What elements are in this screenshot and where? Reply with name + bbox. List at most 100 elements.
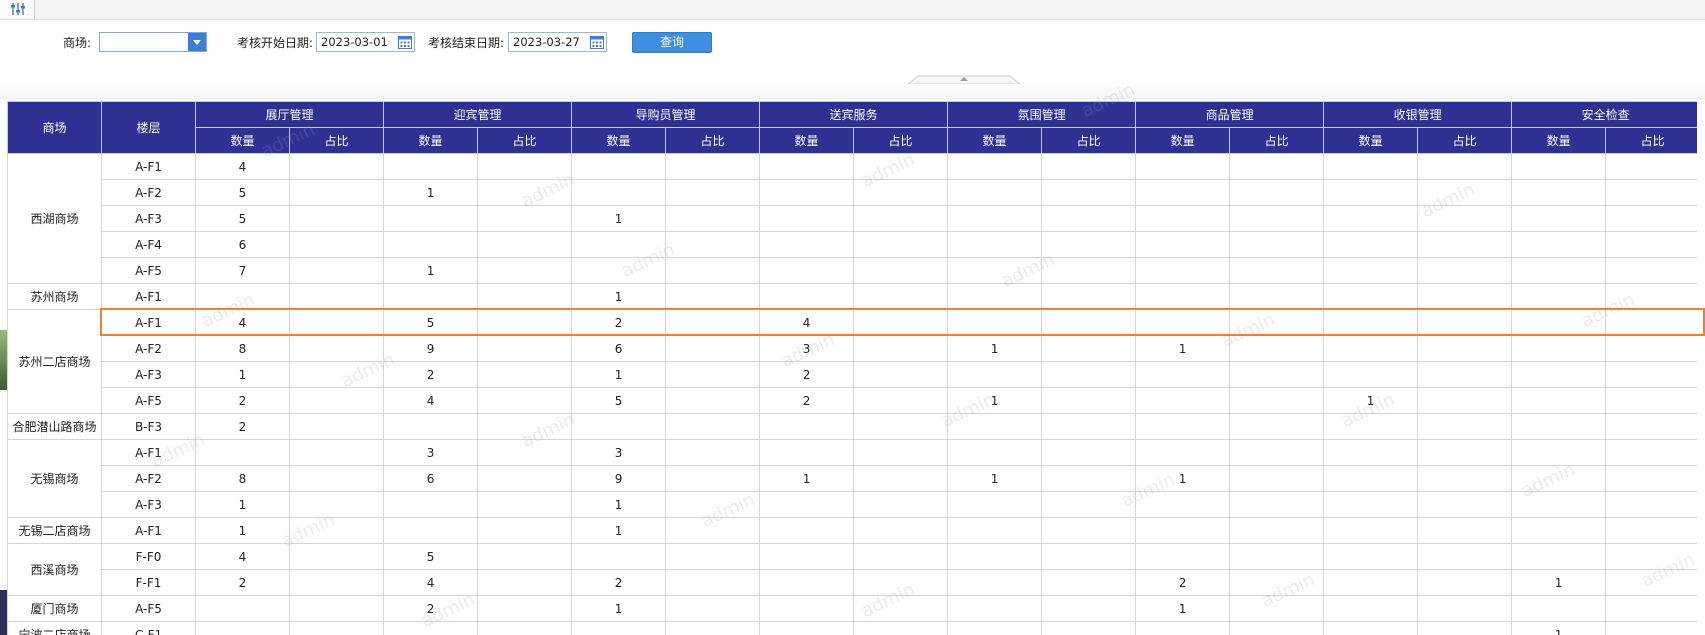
quantity-cell: [1323, 283, 1419, 310]
ratio-cell: [1041, 595, 1137, 622]
floor-cell: C-F1: [101, 621, 196, 635]
quantity-cell: [1511, 179, 1607, 206]
ratio-cell: [853, 465, 949, 492]
mall-cell: 西湖商场: [7, 153, 102, 284]
ratio-cell: [665, 257, 761, 284]
ratio-cell: [1041, 205, 1137, 232]
table-row[interactable]: 合肥潜山路商场 B-F3 2: [7, 413, 1697, 440]
column-header-quantity: 数量: [383, 127, 479, 154]
quantity-cell: 1: [571, 517, 667, 544]
quantity-cell: [947, 491, 1043, 518]
quantity-cell: [383, 205, 479, 232]
ratio-cell: [1605, 465, 1697, 492]
table-row[interactable]: 宁波二店商场 C-F1 1: [7, 621, 1697, 635]
table-row[interactable]: 苏州二店商场 A-F1 4 5 2 4: [7, 309, 1697, 414]
quantity-cell: 2: [571, 309, 667, 336]
floor-cell: A-F4: [101, 231, 196, 258]
report-table: 商场 楼层 展厅管理 迎宾管理 导购员管理 送宾服务 氛围管理 商品管理 收银管理 安全检查 数量占…: [7, 101, 1697, 635]
column-header-quantity: 数量: [759, 127, 855, 154]
ratio-cell: [853, 205, 949, 232]
end-date-value: 2023-03-27: [513, 35, 580, 49]
table-row[interactable]: 苏州商场 A-F1 1: [7, 283, 1697, 310]
table-row[interactable]: F-F1 2 4 2 2 1: [8, 569, 1697, 596]
table-row[interactable]: A-F5 7 1: [8, 257, 1697, 284]
ratio-cell: [665, 413, 761, 440]
ratio-cell: [1605, 517, 1697, 544]
column-group-header: 迎宾管理: [383, 101, 573, 128]
table-row[interactable]: 厦门商场 A-F5 2 1 1: [7, 595, 1697, 622]
quantity-cell: 1: [195, 517, 290, 544]
table-row[interactable]: 西溪商场 F-F0 4 5: [7, 543, 1697, 596]
table-row[interactable]: 无锡二店商场 A-F1 1 1: [7, 517, 1697, 544]
table-row[interactable]: A-F2 8 9 6 3 1 1: [8, 335, 1697, 362]
quantity-cell: [947, 231, 1043, 258]
column-header-quantity: 数量: [947, 127, 1043, 154]
table-row[interactable]: A-F3 1 2 1 2: [8, 361, 1697, 388]
column-header-quantity: 数量: [195, 127, 290, 154]
floor-cell: A-F5: [101, 257, 196, 284]
column-header-quantity: 数量: [571, 127, 667, 154]
top-strip: [0, 0, 1705, 20]
query-button[interactable]: 查询: [632, 32, 712, 53]
quantity-cell: 9: [383, 335, 479, 362]
quantity-cell: [759, 283, 855, 310]
ratio-cell: [1417, 231, 1513, 258]
table-row[interactable]: A-F3 5 1: [8, 205, 1697, 232]
table-row[interactable]: A-F3 1 1: [8, 491, 1697, 518]
ratio-cell: [288, 283, 385, 310]
quantity-cell: 2: [195, 387, 290, 414]
quantity-cell: 1: [1135, 465, 1231, 492]
table-row[interactable]: 西湖商场 A-F1 4: [7, 153, 1697, 284]
ratio-cell: [1229, 153, 1325, 180]
ratio-cell: [1229, 439, 1325, 466]
ratio-cell: [288, 465, 385, 492]
calendar-icon[interactable]: [398, 35, 412, 49]
table-row[interactable]: A-F2 8 6 9 1 1 1: [8, 465, 1697, 492]
ratio-cell: [1041, 413, 1137, 440]
column-header-quantity: 数量: [1511, 127, 1607, 154]
quantity-cell: [1511, 205, 1607, 232]
ratio-cell: [288, 491, 385, 518]
quantity-cell: [1135, 413, 1231, 440]
collapse-handle[interactable]: [908, 74, 1020, 84]
quantity-cell: 1: [947, 335, 1043, 362]
calendar-icon[interactable]: [590, 35, 604, 49]
ratio-cell: [1417, 283, 1513, 310]
chevron-down-icon[interactable]: [188, 33, 206, 51]
mall-select[interactable]: [99, 32, 207, 52]
ratio-cell: [477, 179, 573, 206]
mall-label: 商场:: [63, 36, 92, 50]
quantity-cell: [947, 595, 1043, 622]
quantity-cell: [759, 439, 855, 466]
quantity-cell: [571, 543, 667, 570]
ratio-cell: [288, 257, 385, 284]
ratio-cell: [1605, 283, 1697, 310]
table-row[interactable]: A-F2 5 1: [8, 179, 1697, 206]
quantity-cell: [759, 621, 855, 635]
quantity-cell: 9: [571, 465, 667, 492]
ratio-cell: [1605, 491, 1697, 518]
end-date-input[interactable]: 2023-03-27: [508, 32, 607, 52]
quantity-cell: 1: [1323, 387, 1419, 414]
quantity-cell: [1323, 361, 1419, 388]
quantity-cell: 4: [383, 387, 479, 414]
quantity-cell: [1323, 439, 1419, 466]
quantity-cell: [1135, 543, 1231, 570]
report-table-container[interactable]: 商场 楼层 展厅管理 迎宾管理 导购员管理 送宾服务 氛围管理 商品管理 收银管理 安全检查 数量占…: [7, 101, 1697, 635]
ratio-cell: [1417, 387, 1513, 414]
table-row[interactable]: A-F5 2 4 5 2 1 1: [8, 387, 1697, 414]
quantity-cell: [1323, 517, 1419, 544]
ratio-cell: [665, 179, 761, 206]
table-row[interactable]: A-F4 6: [8, 231, 1697, 258]
start-date-input[interactable]: 2023-03-01: [316, 32, 415, 52]
ratio-cell: [1605, 153, 1697, 180]
quantity-cell: 3: [571, 439, 667, 466]
quantity-cell: [571, 153, 667, 180]
start-date-label: 考核开始日期:: [237, 36, 314, 50]
filter-toggle-tab[interactable]: [0, 0, 35, 19]
quantity-cell: 4: [195, 543, 290, 570]
ratio-cell: [1041, 179, 1137, 206]
table-row[interactable]: 无锡商场 A-F1 3 3: [7, 439, 1697, 518]
quantity-cell: [1135, 309, 1231, 336]
ratio-cell: [1041, 309, 1137, 336]
